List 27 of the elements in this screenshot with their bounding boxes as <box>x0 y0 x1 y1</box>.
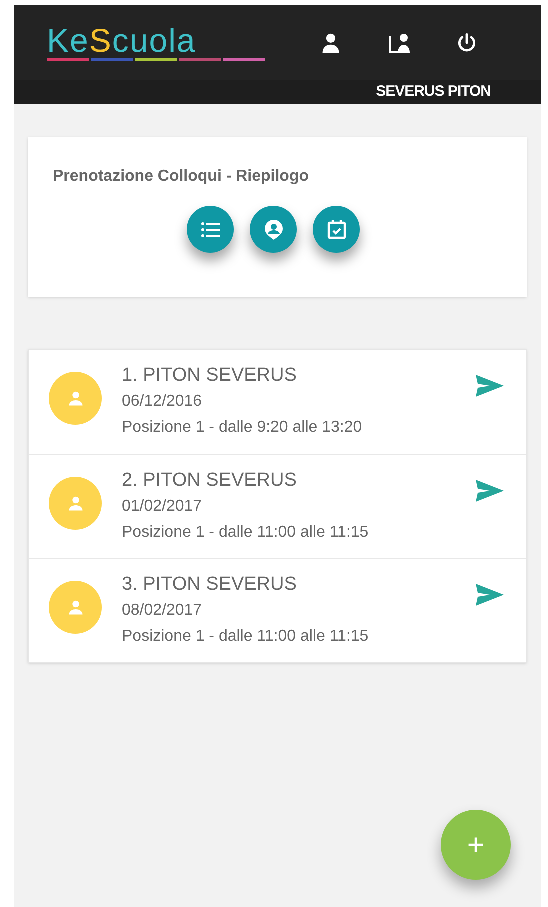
appointment-row[interactable]: 1. PITON SEVERUS 06/12/2016 Posizione 1 - dalle 9:20 alle 13:20 <box>29 350 526 454</box>
plus-icon <box>467 836 485 854</box>
appointment-title: 3. PITON SEVERUS <box>122 573 298 597</box>
send-icon[interactable] <box>476 584 504 606</box>
appointment-date: 08/02/2017 <box>122 601 204 621</box>
user-icon[interactable] <box>250 206 297 253</box>
people-icon[interactable] <box>387 32 411 54</box>
appointment-date: 01/02/2017 <box>122 497 204 517</box>
calendar-check-icon[interactable] <box>313 206 360 253</box>
logo-underline-icon <box>47 58 265 61</box>
card-title: Prenotazione Colloqui - Riepilogo <box>53 167 310 187</box>
appointment-detail: Posizione 1 - dalle 11:00 alle 11:15 <box>122 627 370 647</box>
user-name: SEVERUS PITON <box>376 82 491 102</box>
send-icon[interactable] <box>476 375 504 397</box>
appointment-row[interactable]: 2. PITON SEVERUS 01/02/2017 Posizione 1 - dalle 11:00 alle 11:15 <box>29 454 526 558</box>
appointment-title: 1. PITON SEVERUS <box>122 364 298 388</box>
profile-icon[interactable] <box>320 32 342 54</box>
send-icon[interactable] <box>476 480 504 502</box>
appointment-row[interactable]: 3. PITON SEVERUS 08/02/2017 Posizione 1 - dalle 11:00 alle 11:15 <box>29 558 526 662</box>
appointment-detail: Posizione 1 - dalle 9:20 alle 13:20 <box>122 418 364 438</box>
appointment-date: 06/12/2016 <box>122 392 204 412</box>
list-icon[interactable] <box>187 206 234 253</box>
power-icon[interactable] <box>456 32 478 54</box>
logo: KeScuola <box>47 24 198 57</box>
appointment-detail: Posizione 1 - dalle 11:00 alle 11:15 <box>122 523 370 543</box>
appointment-title: 2. PITON SEVERUS <box>122 469 298 493</box>
add-button[interactable] <box>441 810 511 880</box>
